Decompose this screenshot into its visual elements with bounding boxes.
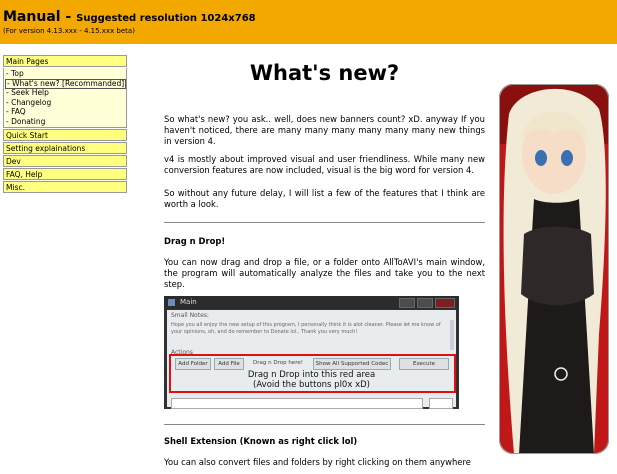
sidebar-item-seek-help[interactable]: - Seek Help xyxy=(6,88,124,98)
divider xyxy=(164,222,485,223)
sidebar-faq-help[interactable]: FAQ, Help xyxy=(3,168,127,180)
sidebar-item-changelog[interactable]: - Changelog xyxy=(6,98,124,108)
app-screenshot: Main Small Notes: Hope you all enjoy the… xyxy=(164,296,459,409)
sidebar-misc[interactable]: Misc. xyxy=(3,181,127,193)
sidebar-quick-start[interactable]: Quick Start xyxy=(3,129,127,141)
page-title: What's new? xyxy=(249,61,400,85)
shell-extension-paragraph: You can also convert files and folders b… xyxy=(164,457,471,467)
notes-scrollbar xyxy=(450,320,454,350)
window-titlebar: Main xyxy=(164,296,459,309)
sidebar-item-top[interactable]: - Top xyxy=(6,69,124,79)
sidebar-item-donating[interactable]: - Donating xyxy=(6,117,124,127)
header-title: Manual - Suggested resolution 1024x768 xyxy=(3,9,256,25)
intro-paragraph: So what's new? you ask.. well, does new … xyxy=(164,114,485,147)
sidebar-dev[interactable]: Dev xyxy=(3,155,127,167)
sidebar: Main Pages - Top - What's new? [Recomman… xyxy=(3,55,127,194)
sidebar-setting-explainations[interactable]: Setting explainations xyxy=(3,142,127,154)
header-banner: Manual - Suggested resolution 1024x768 (… xyxy=(0,0,617,44)
progress-box xyxy=(429,398,453,409)
resolution-note: Suggested resolution 1024x768 xyxy=(76,13,256,24)
maximize-icon xyxy=(417,298,433,308)
version-note: (For version 4.13.xxx - 4.15.xxx beta) xyxy=(3,27,135,35)
window-body: Small Notes: Hope you all enjoy the new … xyxy=(167,310,456,409)
anime-character-image xyxy=(499,84,609,454)
notes-label: Small Notes: xyxy=(171,312,209,319)
minimize-icon xyxy=(399,298,415,308)
shell-extension-heading: Shell Extension (Known as right click lo… xyxy=(164,436,358,446)
notes-text: Hope you all enjoy the new setup of this… xyxy=(171,322,441,335)
close-icon xyxy=(435,298,455,308)
drop-area-caption: Drag n Drop into this red area (Avoid th… xyxy=(167,370,456,390)
drag-drop-paragraph: You can now drag and drop a file, or a f… xyxy=(164,257,485,290)
app-icon xyxy=(168,299,175,306)
progress-bar xyxy=(171,398,423,409)
sidebar-item-whats-new[interactable]: - What's new? [Recommanded] xyxy=(5,78,127,89)
main-content: What's new? So what's new? you ask.. wel… xyxy=(164,60,485,467)
divider xyxy=(164,424,485,425)
sidebar-main-pages-list: - Top - What's new? [Recommanded] - Seek… xyxy=(3,68,127,128)
sidebar-main-pages[interactable]: Main Pages xyxy=(3,55,127,67)
manual-title: Manual - xyxy=(3,9,77,25)
drag-drop-heading: Drag n Drop! xyxy=(164,236,226,246)
drop-area-line1: Drag n Drop into this red area xyxy=(247,370,376,380)
window-title: Main xyxy=(180,298,197,306)
drop-area-line2: (Avoid the buttons pl0x xD) xyxy=(253,380,370,390)
sidebar-item-faq[interactable]: - FAQ xyxy=(6,107,124,117)
features-paragraph: So without any future delay, I will list… xyxy=(164,188,485,210)
v4-paragraph: v4 is mostly about improved visual and u… xyxy=(164,154,485,176)
